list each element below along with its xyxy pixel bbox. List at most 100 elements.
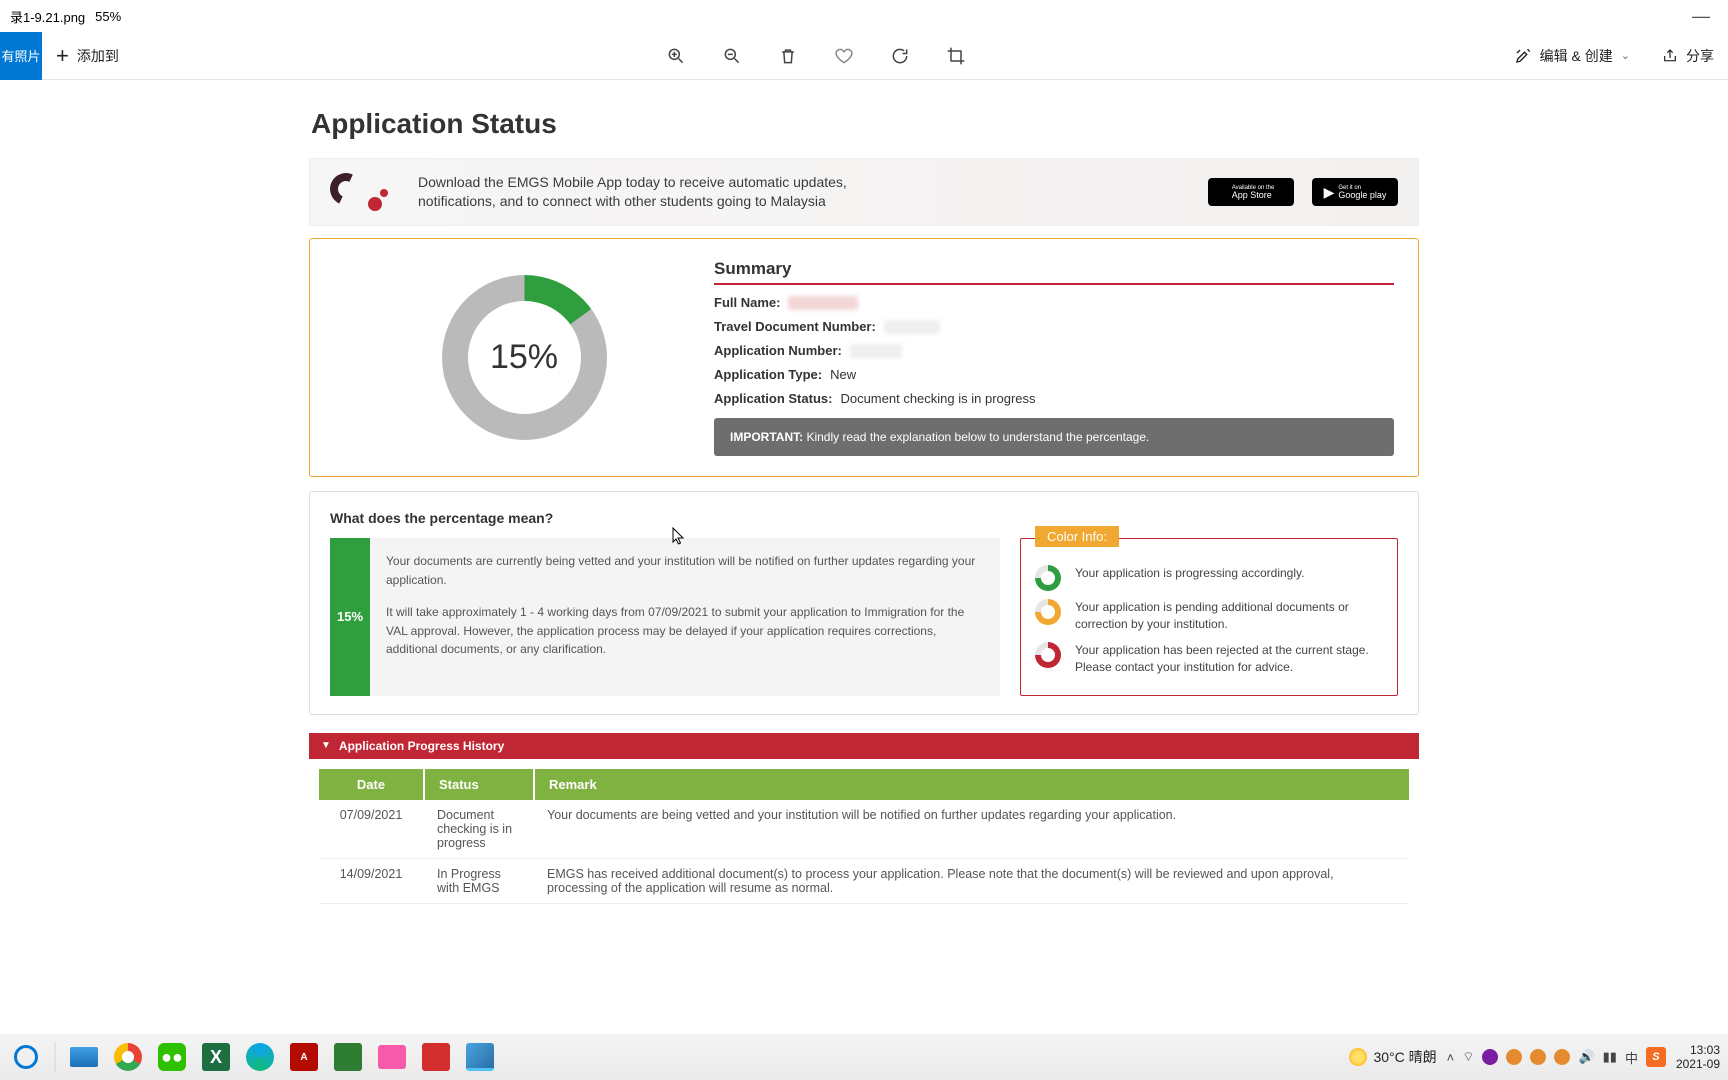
play-icon: ▶ — [1324, 184, 1335, 201]
camtasia-icon[interactable] — [330, 1039, 366, 1075]
ring-green-icon — [1035, 565, 1061, 591]
tray-chevron-icon[interactable]: ˄ — [1447, 1050, 1455, 1065]
table-row: 14/09/2021 In Progress with EMGS EMGS ha… — [319, 859, 1409, 904]
row-remark: EMGS has received additional document(s)… — [533, 859, 1409, 903]
cortana-icon[interactable] — [8, 1039, 44, 1075]
col-status-header: Status — [423, 769, 533, 800]
explanation-text: Your documents are currently being vette… — [370, 538, 1000, 696]
ime-icon[interactable]: 中 — [1625, 1048, 1638, 1067]
weather-widget[interactable]: 30°C 晴朗 — [1349, 1047, 1436, 1067]
app-toolbar: 有照片 + 添加到 编辑 & 创建 ⌄ 分享 — [0, 32, 1728, 80]
recorder-icon[interactable] — [418, 1039, 454, 1075]
google-play-button[interactable]: ▶ Get it onGoogle play — [1312, 178, 1398, 206]
collapse-triangle-icon: ▼ — [321, 740, 331, 751]
app-status-label: Application Status: — [714, 391, 832, 406]
full-name-label: Full Name: — [714, 295, 780, 310]
progress-history-section: ▼ Application Progress History Date Stat… — [309, 733, 1419, 904]
progress-history-header[interactable]: ▼ Application Progress History — [309, 733, 1419, 759]
important-notice: IMPORTANT: Kindly read the explanation b… — [714, 418, 1394, 456]
add-to-label: 添加到 — [77, 46, 119, 66]
add-to-button[interactable]: + 添加到 — [56, 43, 119, 69]
color-info-box: Color Info: Your application is progress… — [1020, 538, 1398, 696]
promo-text: Download the EMGS Mobile App today to re… — [418, 173, 878, 211]
progress-history-title: Application Progress History — [339, 739, 504, 753]
wechat-icon[interactable]: ●● — [154, 1039, 190, 1075]
edge-icon[interactable] — [242, 1039, 278, 1075]
sogou-ime-icon[interactable]: S — [1646, 1047, 1666, 1067]
page-title: Application Status — [311, 108, 1419, 140]
rotate-icon[interactable] — [890, 46, 910, 66]
share-icon — [1662, 48, 1678, 64]
progress-donut-chart: 15% — [442, 275, 607, 440]
col-date-header: Date — [319, 769, 423, 800]
percent-strip: 15% — [330, 538, 370, 696]
tray-app-icon[interactable] — [1554, 1049, 1570, 1065]
view-all-photos-button[interactable]: 有照片 — [0, 32, 42, 80]
weather-text: 30°C 晴朗 — [1373, 1047, 1436, 1067]
clock-time: 13:03 — [1676, 1043, 1720, 1057]
acrobat-icon[interactable]: A — [286, 1039, 322, 1075]
file-name: 录1-9.21.png — [10, 7, 85, 26]
minimize-button[interactable]: — — [1684, 6, 1718, 27]
summary-heading: Summary — [714, 259, 1394, 285]
volume-icon[interactable]: 🔊 — [1578, 1049, 1594, 1065]
battery-icon[interactable]: ▮▮ — [1603, 1049, 1617, 1065]
donut-percent-label: 15% — [468, 301, 581, 414]
tray-app-icon[interactable] — [1530, 1049, 1546, 1065]
chevron-down-icon: ⌄ — [1621, 49, 1630, 62]
explanation-card: What does the percentage mean? 15% Your … — [309, 491, 1419, 715]
col-remark-header: Remark — [533, 769, 1409, 800]
explanation-heading: What does the percentage mean? — [330, 510, 1398, 526]
delete-icon[interactable] — [778, 46, 798, 66]
clock[interactable]: 13:03 2021-09 — [1676, 1043, 1720, 1072]
app-type-label: Application Type: — [714, 367, 822, 382]
color-info-green-text: Your application is progressing accordin… — [1075, 565, 1304, 582]
file-explorer-icon[interactable] — [66, 1039, 102, 1075]
clock-date: 2021-09 — [1676, 1057, 1720, 1071]
history-table-header: Date Status Remark — [319, 769, 1409, 800]
promo-banner: Download the EMGS Mobile App today to re… — [309, 158, 1419, 226]
table-row: 07/09/2021 Document checking is in progr… — [319, 800, 1409, 859]
ring-orange-icon — [1035, 599, 1061, 625]
chrome-icon[interactable] — [110, 1039, 146, 1075]
edit-tools-icon — [1514, 47, 1532, 65]
wifi-icon[interactable]: ⌔ — [1462, 1049, 1474, 1065]
color-info-red-text: Your application has been rejected at th… — [1075, 642, 1383, 677]
travel-doc-value: xxxx — [884, 320, 940, 334]
full-name-value: xxxx — [788, 296, 858, 310]
color-info-orange-text: Your application is pending additional d… — [1075, 599, 1383, 634]
color-info-tab: Color Info: — [1035, 526, 1119, 547]
tray-app-icon[interactable] — [1482, 1049, 1498, 1065]
row-status: Document checking is in progress — [423, 800, 533, 858]
window-title-bar: 录1-9.21.png 55% — — [0, 0, 1728, 32]
excel-icon[interactable]: X — [198, 1039, 234, 1075]
app-status-value: Document checking is in progress — [840, 391, 1035, 406]
sun-icon — [1349, 1048, 1367, 1066]
ring-red-icon — [1035, 642, 1061, 668]
plus-icon: + — [56, 43, 69, 69]
app-type-value: New — [830, 367, 856, 382]
row-date: 14/09/2021 — [319, 859, 423, 903]
row-status: In Progress with EMGS — [423, 859, 533, 903]
emgs-logo — [330, 173, 388, 211]
tray-app-icon[interactable] — [1506, 1049, 1522, 1065]
app-store-button[interactable]: Available on theApp Store — [1208, 178, 1294, 206]
photo-btn-label: 有照片 — [1, 46, 40, 65]
row-date: 07/09/2021 — [319, 800, 423, 858]
favorite-icon[interactable] — [834, 46, 854, 66]
app-number-value: xxxx — [850, 344, 902, 358]
crop-icon[interactable] — [946, 46, 966, 66]
app-number-label: Application Number: — [714, 343, 842, 358]
row-remark: Your documents are being vetted and your… — [533, 800, 1409, 858]
taskbar: ●● X A 30°C 晴朗 ˄ ⌔ 🔊 ▮▮ 中 S 13:03 2021-0… — [0, 1034, 1728, 1080]
share-label: 分享 — [1686, 46, 1714, 66]
zoom-in-icon[interactable] — [666, 46, 686, 66]
edit-create-label: 编辑 & 创建 — [1540, 46, 1613, 66]
share-button[interactable]: 分享 — [1662, 46, 1714, 66]
travel-doc-label: Travel Document Number: — [714, 319, 876, 334]
zoom-level: 55% — [95, 9, 121, 24]
app-pink-icon[interactable] — [374, 1039, 410, 1075]
photos-app-icon[interactable] — [462, 1039, 498, 1075]
edit-create-dropdown[interactable]: 编辑 & 创建 ⌄ — [1514, 46, 1630, 66]
zoom-out-icon[interactable] — [722, 46, 742, 66]
